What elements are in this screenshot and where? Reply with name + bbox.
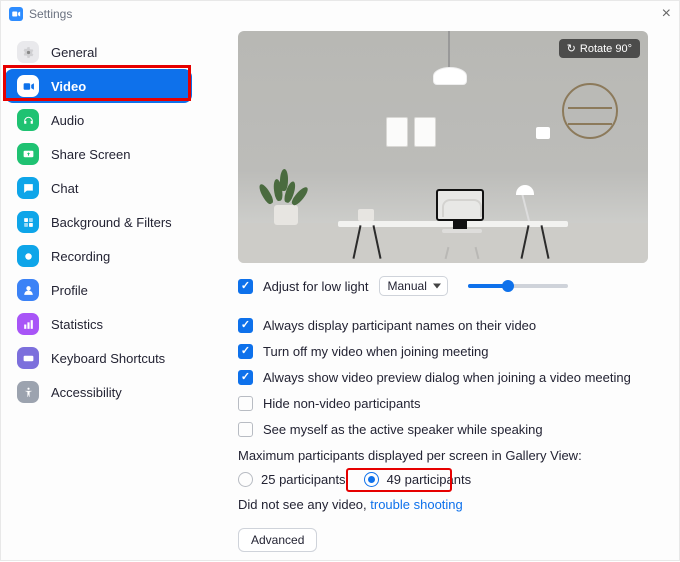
gallery-25-label: 25 participants — [261, 472, 346, 487]
advanced-button[interactable]: Advanced — [238, 528, 317, 552]
opt-active-speaker-checkbox[interactable] — [238, 422, 253, 437]
troubleshoot-link[interactable]: trouble shooting — [370, 497, 463, 512]
opt-display-names-label: Always display participant names on thei… — [263, 318, 536, 333]
video-options: Always display participant names on thei… — [238, 318, 653, 552]
sidebar-item-accessibility[interactable]: Accessibility — [5, 375, 192, 409]
video-settings-panel: ↻ Rotate 90° Adjust for low light Manual… — [196, 27, 679, 562]
troubleshoot-prefix: Did not see any video, — [238, 497, 370, 512]
sidebar-item-background-filters[interactable]: Background & Filters — [5, 205, 192, 239]
gallery-25-radio[interactable] — [238, 472, 253, 487]
opt-turn-off-video-checkbox[interactable] — [238, 344, 253, 359]
sidebar: General Video Audio Share Screen — [1, 27, 196, 562]
lowlight-slider[interactable] — [468, 284, 568, 288]
filters-icon — [17, 211, 39, 233]
person-icon — [17, 279, 39, 301]
opt-display-names-checkbox[interactable] — [238, 318, 253, 333]
sidebar-item-label: Background & Filters — [51, 215, 172, 230]
opt-hide-nonvideo-label: Hide non-video participants — [263, 396, 421, 411]
opt-preview-dialog-label: Always show video preview dialog when jo… — [263, 370, 631, 385]
sidebar-item-share-screen[interactable]: Share Screen — [5, 137, 192, 171]
sidebar-item-label: Chat — [51, 181, 78, 196]
gallery-49-radio[interactable] — [364, 472, 379, 487]
chat-icon — [17, 177, 39, 199]
headphones-icon — [17, 109, 39, 131]
gear-icon — [17, 41, 39, 63]
rotate-label: Rotate 90° — [580, 43, 632, 55]
troubleshoot-line: Did not see any video, trouble shooting — [238, 497, 653, 512]
sidebar-item-recording[interactable]: Recording — [5, 239, 192, 273]
app-logo-icon — [9, 7, 23, 21]
lowlight-label: Adjust for low light — [263, 279, 369, 294]
record-icon — [17, 245, 39, 267]
gallery-heading: Maximum participants displayed per scree… — [238, 448, 653, 463]
sidebar-item-keyboard-shortcuts[interactable]: Keyboard Shortcuts — [5, 341, 192, 375]
sidebar-item-label: General — [51, 45, 97, 60]
settings-window: Settings × General Video Aud — [0, 0, 680, 561]
camera-preview: ↻ Rotate 90° — [238, 31, 648, 263]
sidebar-item-label: Keyboard Shortcuts — [51, 351, 165, 366]
sidebar-item-audio[interactable]: Audio — [5, 103, 192, 137]
sidebar-item-statistics[interactable]: Statistics — [5, 307, 192, 341]
sidebar-item-label: Recording — [51, 249, 110, 264]
sidebar-item-label: Accessibility — [51, 385, 122, 400]
titlebar: Settings × — [1, 1, 679, 27]
sidebar-item-label: Video — [51, 79, 86, 94]
rotate-button[interactable]: ↻ Rotate 90° — [559, 39, 640, 58]
sidebar-item-profile[interactable]: Profile — [5, 273, 192, 307]
window-title: Settings — [29, 7, 72, 21]
opt-hide-nonvideo-checkbox[interactable] — [238, 396, 253, 411]
sidebar-item-label: Statistics — [51, 317, 103, 332]
opt-turn-off-video-label: Turn off my video when joining meeting — [263, 344, 488, 359]
sidebar-item-label: Profile — [51, 283, 88, 298]
accessibility-icon — [17, 381, 39, 403]
close-icon[interactable]: × — [662, 6, 671, 22]
keyboard-icon — [17, 347, 39, 369]
sidebar-item-chat[interactable]: Chat — [5, 171, 192, 205]
rotate-icon: ↻ — [567, 42, 576, 55]
camera-icon — [17, 75, 39, 97]
share-screen-icon — [17, 143, 39, 165]
sidebar-item-general[interactable]: General — [5, 35, 192, 69]
stats-icon — [17, 313, 39, 335]
lowlight-mode-select[interactable]: Manual — [379, 276, 448, 296]
opt-preview-dialog-checkbox[interactable] — [238, 370, 253, 385]
lowlight-checkbox[interactable] — [238, 279, 253, 294]
sidebar-item-label: Audio — [51, 113, 84, 128]
gallery-49-label: 49 participants — [387, 472, 472, 487]
sidebar-item-label: Share Screen — [51, 147, 131, 162]
sidebar-item-video[interactable]: Video — [5, 69, 192, 103]
opt-active-speaker-label: See myself as the active speaker while s… — [263, 422, 543, 437]
